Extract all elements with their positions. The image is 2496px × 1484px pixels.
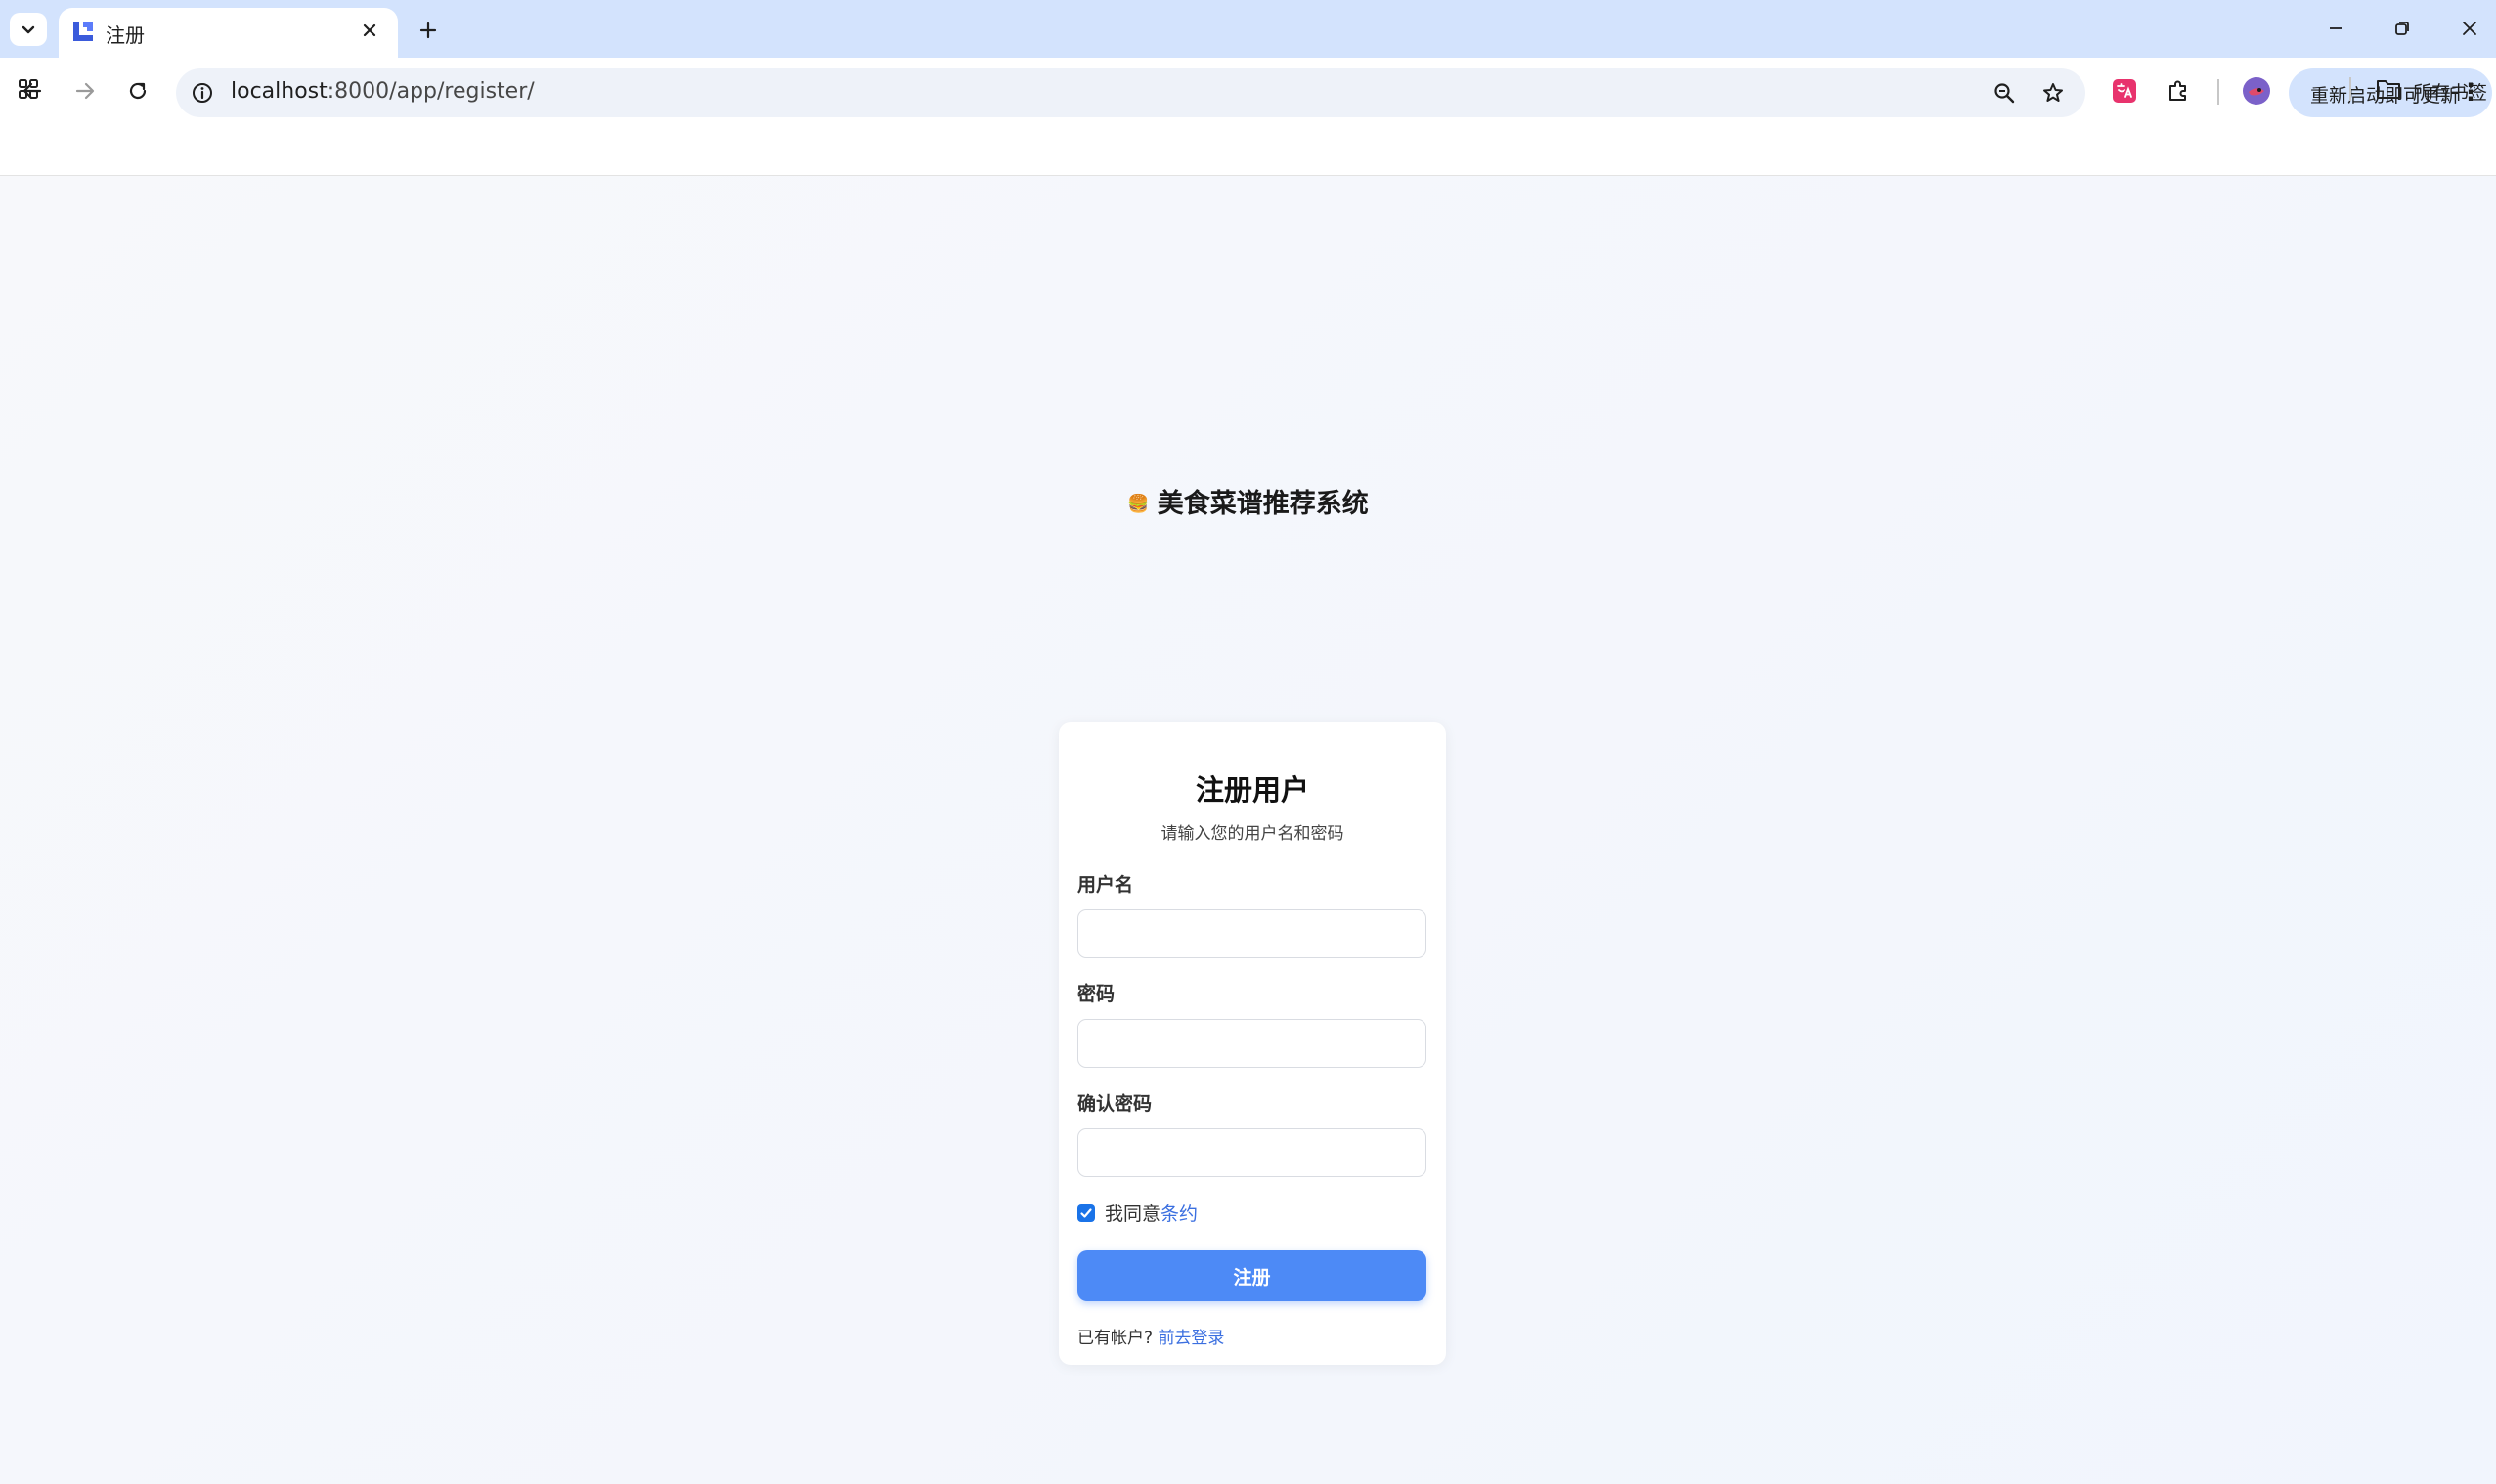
username-input[interactable] xyxy=(1077,909,1426,958)
confirm-password-input[interactable] xyxy=(1077,1128,1426,1177)
url-path: :8000/app/register/ xyxy=(327,79,535,104)
confirm-password-label: 确认密码 xyxy=(1077,1093,1153,1114)
all-bookmarks-link[interactable]: 所有书签 xyxy=(2413,78,2487,105)
close-window-button[interactable] xyxy=(2440,8,2496,49)
address-bar[interactable]: localhost:8000/app/register/ xyxy=(176,68,2085,117)
login-row: 已有帐户? 前去登录 xyxy=(1077,1324,1224,1348)
minimize-button[interactable] xyxy=(2306,8,2365,49)
zoom-button[interactable] xyxy=(1990,78,2019,108)
url-host: localhost xyxy=(231,79,328,104)
url-text[interactable]: localhost:8000/app/register/ xyxy=(231,79,535,104)
login-link[interactable]: 前去登录 xyxy=(1158,1329,1224,1348)
browser-tabstrip: 注册 xyxy=(0,0,2496,58)
bookmark-star-button[interactable] xyxy=(2038,78,2068,108)
translate-extension-button[interactable] xyxy=(2103,69,2146,112)
extensions-button[interactable] xyxy=(2157,69,2200,112)
agree-checkbox[interactable] xyxy=(1077,1203,1095,1222)
password-label: 密码 xyxy=(1077,983,1116,1005)
info-icon[interactable] xyxy=(190,80,215,106)
folder-icon[interactable] xyxy=(2376,77,2401,101)
profile-avatar[interactable] xyxy=(2235,69,2278,112)
form-title: 注册用户 xyxy=(1195,773,1309,807)
bookmarks-separator xyxy=(2349,77,2351,101)
browser-tab-active[interactable]: 注册 xyxy=(59,8,398,58)
minimize-icon xyxy=(2330,27,2342,29)
checkmark-icon xyxy=(1080,1207,1092,1218)
star-icon xyxy=(2043,83,2063,102)
puzzle-icon xyxy=(2169,80,2186,101)
close-icon xyxy=(2463,22,2476,35)
restore-button[interactable] xyxy=(2373,8,2431,49)
agree-row: 我同意 条约 xyxy=(1077,1200,1198,1226)
register-button[interactable]: 注册 xyxy=(1077,1250,1426,1301)
agree-text: 我同意 xyxy=(1105,1203,1161,1225)
toolbar-separator xyxy=(2217,79,2219,105)
burger-icon: 🍔 xyxy=(1127,494,1150,514)
avatar-icon xyxy=(2243,77,2270,105)
translate-extension-icon xyxy=(2113,79,2136,103)
forward-button[interactable] xyxy=(65,70,106,111)
plus-icon xyxy=(419,22,437,39)
tab-search-button[interactable] xyxy=(10,13,47,46)
grid-icon[interactable] xyxy=(16,76,41,102)
username-label: 用户名 xyxy=(1077,874,1134,895)
login-prompt: 已有帐户? xyxy=(1077,1329,1154,1348)
register-card: 注册用户 请输入您的用户名和密码 用户名 密码 确认密码 我同意 条约 注册 已有… xyxy=(1059,722,1446,1365)
chevron-down-icon xyxy=(22,25,35,34)
form-subtitle: 请输入您的用户名和密码 xyxy=(1160,824,1344,844)
app-title: 🍔 美食菜谱推荐系统 xyxy=(0,482,2496,520)
page-background: 🍔 美食菜谱推荐系统 注册用户 请输入您的用户名和密码 用户名 密码 确认密码 我… xyxy=(0,176,2496,1484)
tab-title: 注册 xyxy=(106,23,145,47)
app-favicon-icon xyxy=(73,22,93,41)
terms-link[interactable]: 条约 xyxy=(1160,1200,1198,1226)
close-icon xyxy=(363,23,376,37)
arrow-right-icon xyxy=(75,82,95,100)
restore-icon xyxy=(2395,22,2409,35)
reload-icon xyxy=(129,82,147,100)
app-title-text: 美食菜谱推荐系统 xyxy=(1157,489,1369,519)
password-input[interactable] xyxy=(1077,1019,1426,1068)
zoom-icon xyxy=(1994,83,2015,104)
tab-close-button[interactable] xyxy=(355,16,384,45)
new-tab-button[interactable] xyxy=(412,14,445,47)
browser-toolbar: localhost:8000/app/register/ 重新启动即可更新 ⋮ xyxy=(0,58,2496,175)
reload-button[interactable] xyxy=(117,70,158,111)
